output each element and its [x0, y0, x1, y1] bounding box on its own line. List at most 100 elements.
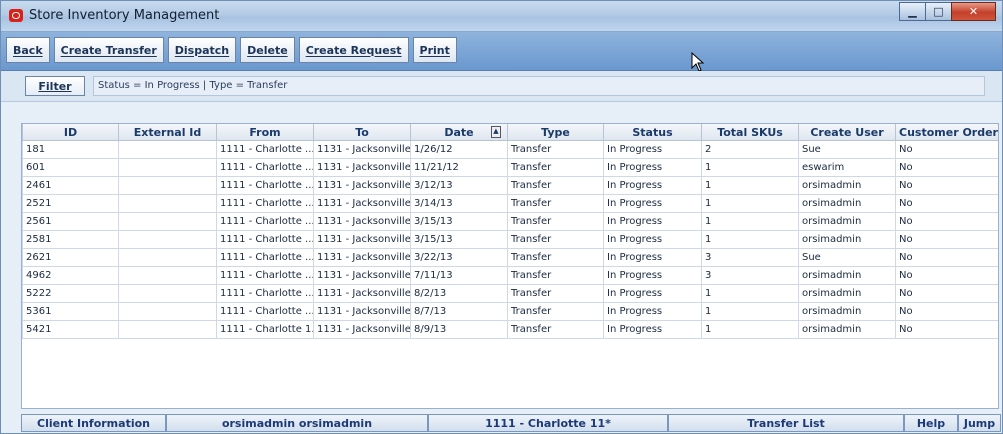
cell-date: 8/7/13 — [410, 302, 508, 321]
client-information-button[interactable]: Client Information — [21, 414, 166, 432]
cell-customer-order: No — [895, 320, 998, 339]
print-button[interactable]: Print — [412, 37, 457, 63]
app-window: Store Inventory Management ▁ □ ✕ Back Cr… — [0, 0, 1003, 434]
table-row[interactable]: 601 1111 - Charlotte ... 1131 - Jacksonvil… — [22, 158, 998, 177]
cell-status: In Progress — [603, 266, 702, 285]
cell-customer-order: No — [895, 212, 998, 231]
window-controls: ▁ □ ✕ — [899, 2, 996, 21]
cell-id: 2581 — [22, 230, 119, 249]
cell-external-id — [118, 230, 217, 249]
cell-type: Transfer — [507, 230, 604, 249]
cell-type: Transfer — [507, 248, 604, 267]
cell-type: Transfer — [507, 266, 604, 285]
cell-to: 1131 - Jacksonville — [313, 176, 411, 195]
title-bar[interactable]: Store Inventory Management ▁ □ ✕ — [1, 1, 1002, 32]
filter-button[interactable]: Filter — [25, 76, 85, 96]
cell-external-id — [118, 266, 217, 285]
cell-type: Transfer — [507, 176, 604, 195]
window-title: Store Inventory Management — [29, 8, 220, 23]
cell-status: In Progress — [603, 140, 702, 159]
table-row[interactable]: 2561 1111 - Charlotte ... 1131 - Jacksonvi… — [22, 212, 998, 231]
column-header-customer-order[interactable]: Customer Order — [895, 124, 998, 141]
current-store-label: 1111 - Charlotte 11* — [428, 414, 668, 432]
table-row[interactable]: 4962 1111 - Charlotte ... 1131 - Jacksonvi… — [22, 266, 998, 285]
cell-external-id — [118, 248, 217, 267]
cell-status: In Progress — [603, 158, 702, 177]
cell-customer-order: No — [895, 284, 998, 303]
cell-create-user: Sue — [798, 248, 896, 267]
cell-customer-order: No — [895, 230, 998, 249]
sort-ascending-icon[interactable]: ▲ — [491, 126, 501, 138]
table-row[interactable]: 2621 1111 - Charlotte ... 1131 - Jacksonvi… — [22, 248, 998, 267]
cell-create-user: orsimadmin — [798, 176, 896, 195]
cell-status: In Progress — [603, 248, 702, 267]
create-transfer-button[interactable]: Create Transfer — [53, 37, 164, 63]
column-header-to[interactable]: To — [313, 124, 411, 141]
close-button[interactable]: ✕ — [951, 2, 996, 21]
cell-date: 3/15/13 — [410, 212, 508, 231]
cell-customer-order: No — [895, 248, 998, 267]
cell-status: In Progress — [603, 302, 702, 321]
cell-create-user: orsimadmin — [798, 194, 896, 213]
cell-date: 3/22/13 — [410, 248, 508, 267]
cell-to: 1131 - Jacksonville — [313, 230, 411, 249]
back-button[interactable]: Back — [6, 37, 50, 63]
cell-from: 1111 - Charlotte ... — [216, 158, 314, 177]
column-header-id[interactable]: ID — [22, 124, 119, 141]
cell-to: 1131 - Jacksonville — [313, 302, 411, 321]
cell-date: 8/2/13 — [410, 284, 508, 303]
current-screen-label: Transfer List — [668, 414, 904, 432]
minimize-button[interactable]: ▁ — [899, 2, 926, 21]
cell-from: 1111 - Charlotte ... — [216, 176, 314, 195]
cell-customer-order: No — [895, 176, 998, 195]
cell-type: Transfer — [507, 284, 604, 303]
column-header-external-id[interactable]: External Id — [118, 124, 217, 141]
cell-from: 1111 - Charlotte ... — [216, 212, 314, 231]
delete-button[interactable]: Delete — [240, 37, 295, 63]
cell-id: 2521 — [22, 194, 119, 213]
cell-total-skus: 1 — [701, 212, 799, 231]
help-button[interactable]: Help — [904, 414, 958, 432]
table-row[interactable]: 2521 1111 - Charlotte ... 1131 - Jacksonvi… — [22, 194, 998, 213]
cell-external-id — [118, 320, 217, 339]
table-row[interactable]: 181 1111 - Charlotte ... 1131 - Jacksonvil… — [22, 140, 998, 159]
column-header-status[interactable]: Status — [603, 124, 702, 141]
cell-id: 5361 — [22, 302, 119, 321]
transfer-list-table[interactable]: ID External Id From To Date ▲ Type Status… — [21, 123, 999, 409]
dispatch-button[interactable]: Dispatch — [167, 37, 237, 63]
cell-external-id — [118, 140, 217, 159]
cell-date: 1/26/12 — [410, 140, 508, 159]
column-header-create-user[interactable]: Create User — [798, 124, 896, 141]
column-header-date[interactable]: Date ▲ — [410, 124, 508, 141]
cell-external-id — [118, 176, 217, 195]
cell-to: 1131 - Jacksonville — [313, 140, 411, 159]
cell-date: 8/9/13 — [410, 320, 508, 339]
cell-total-skus: 1 — [701, 230, 799, 249]
oracle-app-icon — [9, 9, 23, 22]
cell-external-id — [118, 284, 217, 303]
create-request-button[interactable]: Create Request — [298, 37, 409, 63]
cell-create-user: orsimadmin — [798, 320, 896, 339]
filter-bar: Filter Status = In Progress | Type = Tra… — [1, 71, 1002, 102]
cell-total-skus: 1 — [701, 176, 799, 195]
cell-from: 1111 - Charlotte ... — [216, 284, 314, 303]
table-row[interactable]: 2581 1111 - Charlotte ... 1131 - Jacksonvi… — [22, 230, 998, 249]
column-header-type[interactable]: Type — [507, 124, 604, 141]
cell-total-skus: 3 — [701, 266, 799, 285]
cell-status: In Progress — [603, 284, 702, 303]
table-row[interactable]: 5421 1111 - Charlotte 1... 1131 - Jacksonv… — [22, 320, 998, 339]
column-header-total-skus[interactable]: Total SKUs — [701, 124, 799, 141]
column-header-from[interactable]: From — [216, 124, 314, 141]
cell-id: 5222 — [22, 284, 119, 303]
cell-create-user: orsimadmin — [798, 230, 896, 249]
cell-date: 11/21/12 — [410, 158, 508, 177]
cell-total-skus: 1 — [701, 284, 799, 303]
table-row[interactable]: 5361 1111 - Charlotte ... 1131 - Jacksonvi… — [22, 302, 998, 321]
table-row[interactable]: 2461 1111 - Charlotte ... 1131 - Jacksonvi… — [22, 176, 998, 195]
jump-button[interactable]: Jump — [958, 414, 1001, 432]
table-row[interactable]: 5222 1111 - Charlotte ... 1131 - Jacksonvi… — [22, 284, 998, 303]
maximize-button[interactable]: □ — [925, 2, 952, 21]
cell-id: 601 — [22, 158, 119, 177]
cell-type: Transfer — [507, 140, 604, 159]
cell-date: 3/15/13 — [410, 230, 508, 249]
